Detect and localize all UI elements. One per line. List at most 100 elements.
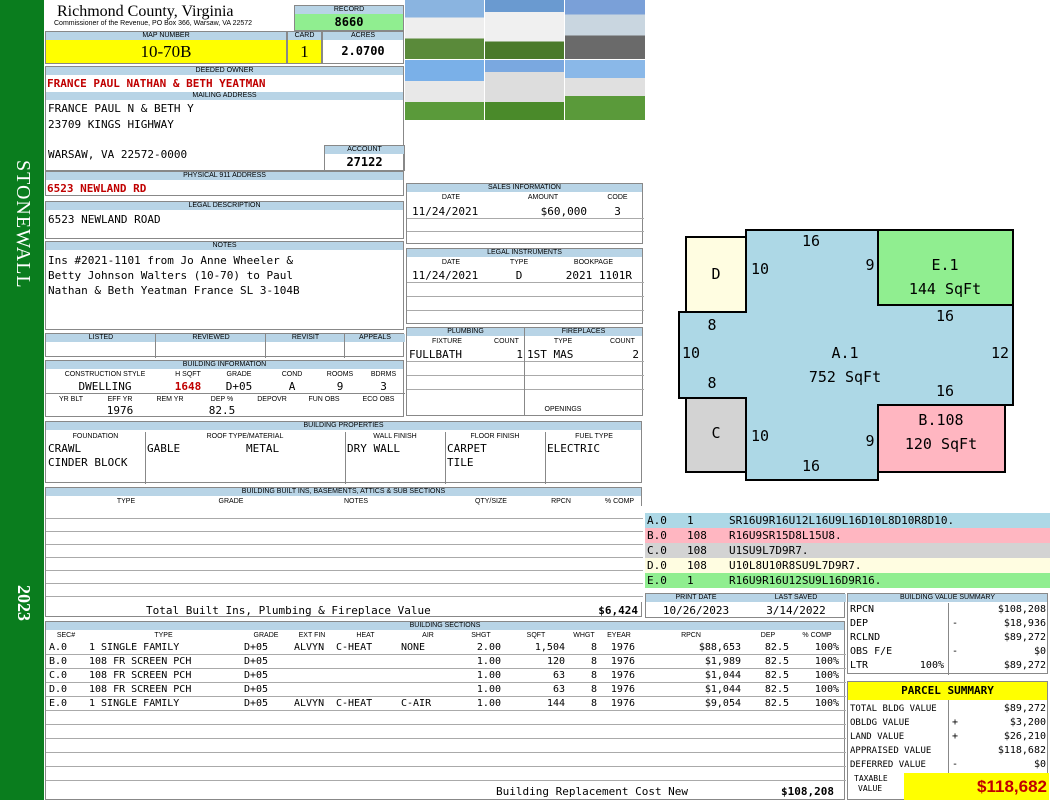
divider xyxy=(948,603,949,675)
legal-instruments-section: LEGAL INSTRUMENTS DATE TYPE BOOKPAGE 11/… xyxy=(406,248,644,324)
sales-date-label: DATE xyxy=(441,194,461,201)
building-properties-section: BUILDING PROPERTIES FOUNDATION ROOF TYPE… xyxy=(45,421,642,484)
legend-code: 1 xyxy=(687,574,694,587)
section-cell: 108 FR SCREEN PCH xyxy=(89,670,192,681)
ltr-percent: 100% xyxy=(919,660,944,671)
section-row xyxy=(46,739,846,753)
map-label: MAP NUMBER xyxy=(46,32,286,40)
sales-title: SALES INFORMATION xyxy=(407,184,642,192)
replacement-cost-label: Building Replacement Cost New xyxy=(496,785,689,798)
account-number: 27122 xyxy=(346,155,383,169)
house-photo xyxy=(565,0,645,59)
instr-type: D xyxy=(515,269,523,282)
building-properties-title: BUILDING PROPERTIES xyxy=(46,422,641,430)
legend-row: C.0 108 U1SU9L7D9R7. xyxy=(645,543,1050,558)
sketch-dim: 10 xyxy=(751,427,769,445)
section-cell: 82.5 xyxy=(764,684,789,695)
grade-label: GRADE xyxy=(226,371,252,378)
section-cell: 1.00 xyxy=(476,656,501,667)
house-photo xyxy=(565,60,645,120)
replacement-cost: $108,208 xyxy=(781,785,834,798)
sketch-dim: 8 xyxy=(707,374,716,392)
legal-description-section: LEGAL DESCRIPTION 6523 NEWLAND ROAD xyxy=(45,201,404,239)
legal-instruments-title: LEGAL INSTRUMENTS xyxy=(407,249,642,257)
rooms-value: 9 xyxy=(336,380,344,393)
sale-amount: $60,000 xyxy=(540,205,587,218)
fixture-label: FIXTURE xyxy=(432,338,462,345)
mailing-line-2: 23709 KINGS HIGHWAY xyxy=(48,118,174,131)
sketch-dim: 16 xyxy=(802,457,820,475)
sketch-label-b-name: B.108 xyxy=(918,411,963,429)
section-col-header: HEAT xyxy=(356,632,375,639)
section-cell: $1,989 xyxy=(704,656,741,667)
note-line-2: Betty Johnson Walters (10-70) to Paul xyxy=(48,269,294,282)
fun-obs-label: FUN OBS xyxy=(308,396,340,403)
section-cell: C.0 xyxy=(49,670,68,681)
section-row: B.0 108 FR SCREEN PCH D+05 1.00 120 8 1976 $1,9… xyxy=(46,655,846,669)
section-row: C.0 108 FR SCREEN PCH D+05 1.00 63 8 1976 $1,04… xyxy=(46,669,846,683)
house-photo xyxy=(485,60,564,120)
section-cell: 1,504 xyxy=(534,642,565,653)
divider xyxy=(407,361,526,362)
fuel-type: ELECTRIC xyxy=(547,442,600,455)
divider xyxy=(344,334,345,358)
section-cell: D+05 xyxy=(244,642,269,653)
section-cell: C-AIR xyxy=(401,698,432,709)
print-date-label: PRINT DATE xyxy=(646,594,746,602)
land-value: $26,210 xyxy=(1003,731,1046,742)
legend-code: 108 xyxy=(687,559,707,572)
section-cell: 8 xyxy=(590,670,597,681)
revisit-label: REVISIT xyxy=(266,334,345,342)
roof-label: ROOF TYPE/MATERIAL xyxy=(206,433,284,440)
card-label: CARD xyxy=(288,32,321,40)
section-row xyxy=(46,753,846,767)
district-sidebar: STONEWALL 2023 xyxy=(0,0,44,800)
builtins-title: BUILDING BUILT INS, BASEMENTS, ATTICS & … xyxy=(46,488,641,496)
land-label: LAND VALUE xyxy=(850,732,905,742)
value-summary-title: BUILDING VALUE SUMMARY xyxy=(848,594,1047,602)
divider xyxy=(407,310,644,311)
tax-year: 2023 xyxy=(14,585,34,621)
note-line-1: Ins #2021-1101 from Jo Anne Wheeler & xyxy=(48,254,294,267)
building-information-title: BUILDING INFORMATION xyxy=(46,361,403,369)
sketch-label-e-area: 144 SqFt xyxy=(909,280,981,298)
legend-sec: B.0 xyxy=(647,529,667,542)
cond-value: A xyxy=(288,380,296,393)
section-cell: 108 FR SCREEN PCH xyxy=(89,684,192,695)
dep-value: 82.5 xyxy=(208,404,236,417)
taxable-value: $118,682 xyxy=(904,773,1049,800)
deeded-owner: FRANCE PAUL NATHAN & BETH YEATMAN xyxy=(47,77,266,90)
taxable-label-1: TAXABLE xyxy=(854,774,888,783)
legend-path: R16U9R16U12SU9L16D9R16. xyxy=(729,574,882,587)
listed-label: LISTED xyxy=(46,334,156,342)
divider xyxy=(145,432,146,484)
section-cell: 108 FR SCREEN PCH xyxy=(89,656,192,667)
section-col-header: EXT FIN xyxy=(298,632,326,639)
floor-finish-2: TILE xyxy=(447,456,474,469)
openings-label: OPENINGS xyxy=(544,406,582,413)
section-row: A.0 1 SINGLE FAMILY D+05 ALVYN C-HEAT NONE 2.0… xyxy=(46,641,846,655)
account-box: ACCOUNT 27122 xyxy=(324,145,405,171)
appraised-value: $118,682 xyxy=(997,745,1046,756)
sketch-dim: 16 xyxy=(936,382,954,400)
sale-code: 3 xyxy=(614,205,621,218)
eff-yr-value: 1976 xyxy=(106,404,134,417)
mailing-line-3: WARSAW, VA 22572-0000 xyxy=(48,148,188,161)
print-date: 10/26/2023 xyxy=(662,604,730,617)
section-cell: 82.5 xyxy=(764,698,789,709)
fireplaces-title: FIREPLACES xyxy=(525,328,642,336)
legend-code: 1 xyxy=(687,514,694,527)
section-cell: ALVYN xyxy=(294,698,325,709)
parcel-summary-title: PARCEL SUMMARY xyxy=(848,682,1047,700)
section-cell: 8 xyxy=(590,642,597,653)
sketch-dim: 16 xyxy=(936,307,954,325)
mailing-line-1: FRANCE PAUL N & BETH Y xyxy=(48,102,194,115)
card-number: 1 xyxy=(288,40,321,63)
divider xyxy=(545,432,546,484)
fixture-count-label: COUNT xyxy=(494,338,519,345)
sketch-dim: 10 xyxy=(751,260,769,278)
wall-finish: DRY WALL xyxy=(347,442,400,455)
section-cell: 100% xyxy=(814,698,839,709)
acres-box: ACRES 2.0700 xyxy=(322,31,404,64)
legend-sec: A.0 xyxy=(647,514,667,527)
